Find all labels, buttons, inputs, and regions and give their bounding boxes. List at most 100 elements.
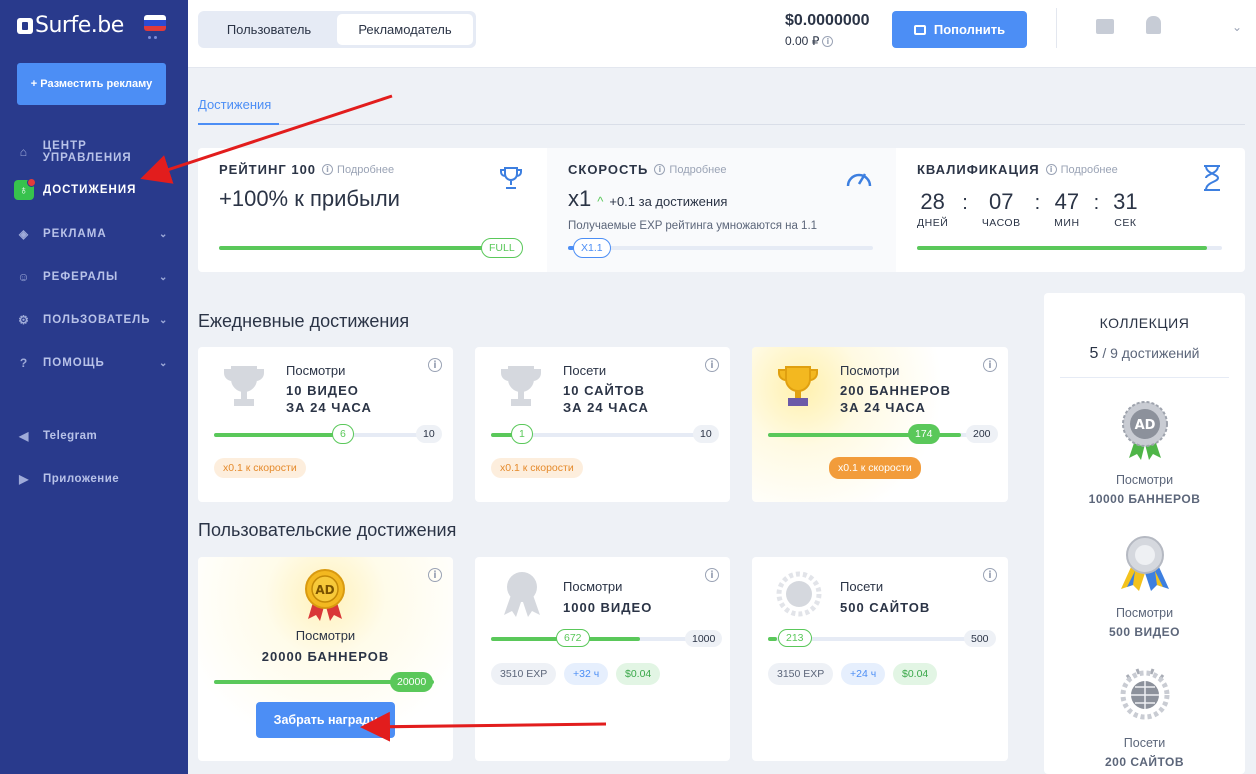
card-reward: x0.1 к скорости [829, 457, 921, 479]
card-verb: Посмотри [295, 628, 356, 643]
card-max: 10 [693, 425, 719, 443]
topup-button[interactable]: Пополнить [892, 11, 1027, 48]
user-section-title: Пользовательские достижения [198, 520, 457, 540]
topbar: Пользователь Рекламодатель $0.0000000 0.… [188, 0, 1256, 68]
info-icon[interactable]: i [428, 358, 442, 372]
stats-panel: РЕЙТИНГ 100 i Подробнее +100% к прибыли FU… [198, 148, 1245, 272]
countdown-mins: 47 [1054, 189, 1080, 214]
info-icon: i [322, 164, 334, 175]
logo[interactable]: Surfe.be [17, 13, 124, 38]
sidebar-item-label: РЕКЛАМА [43, 228, 107, 240]
card-progress [491, 637, 713, 641]
rating-more-link[interactable]: i Подробнее [322, 164, 394, 176]
info-icon: i [1045, 164, 1057, 175]
info-icon[interactable]: i [705, 568, 719, 582]
language-flag-icon[interactable] [144, 15, 166, 31]
trophy-icon [501, 366, 541, 406]
tab-active-underline [198, 123, 279, 125]
sidebar-item-achievements[interactable]: ♁ ДОСТИЖЕНИЯ [14, 178, 177, 200]
money-tag: $0.04 [616, 663, 661, 685]
countdown-hours: 07 [988, 189, 1014, 214]
qual-title: КВАЛИФИКАЦИЯ [917, 162, 1040, 177]
info-icon[interactable]: i [983, 568, 997, 582]
card-verb: Посмотри [563, 579, 623, 594]
sidebar-item-dashboard[interactable]: ⌂ ЦЕНТР УПРАВЛЕНИЯ [17, 140, 177, 164]
sidebar-item-telegram[interactable]: ◀ Telegram [17, 429, 177, 443]
countdown-days: 28 [920, 189, 945, 214]
chat-icon[interactable] [1096, 19, 1114, 34]
collection-panel: КОЛЛЕКЦИЯ 5 / 9 достижений AD Посмотри 1… [1044, 293, 1245, 774]
claim-reward-button[interactable]: Забрать награду [256, 702, 395, 738]
collection-item[interactable]: Посмотри 500 ВИДЕО [1044, 533, 1245, 639]
more-label: Подробнее [337, 163, 395, 176]
logo-icon [17, 17, 33, 34]
collection-item[interactable]: Посети 200 САЙТОВ [1044, 663, 1245, 769]
post-ad-button[interactable]: + Разместить рекламу [17, 63, 166, 105]
globe-badge-icon [1120, 668, 1169, 720]
flag-dots [148, 36, 157, 39]
tab-advertiser[interactable]: Рекламодатель [337, 14, 473, 45]
info-icon[interactable]: i [983, 358, 997, 372]
info-icon[interactable]: i [822, 35, 834, 47]
trophy-icon [778, 366, 818, 406]
user-card-sites: i Посети 500 САЙТОВ 213 500 3150 EXP +24… [752, 557, 1008, 761]
post-ad-label: + Разместить рекламу [30, 78, 153, 90]
card-progress-fill [491, 433, 514, 437]
card-goal: 20000 БАННЕРОВ [261, 649, 390, 664]
balance-rub-value: 0.00 ₽ [785, 34, 820, 48]
card-goal: 10 САЙТОВ ЗА 24 ЧАСА [563, 382, 649, 416]
svg-text:AD: AD [315, 583, 334, 597]
sidebar-item-help[interactable]: ? ПОМОЩЬ ⌄ [17, 356, 177, 370]
balance-rub: 0.00 ₽ i [785, 34, 834, 48]
video-badge-icon [1120, 536, 1169, 591]
card-current: 1 [511, 424, 533, 444]
play-icon: ▶ [19, 472, 29, 486]
countdown-mins-label: МИН [1054, 217, 1080, 229]
sidebar-item-app[interactable]: ▶ Приложение [17, 472, 177, 486]
card-current: 174 [908, 424, 940, 444]
collection-count: 5 / 9 достижений [1044, 345, 1245, 363]
wallet-icon [913, 24, 926, 35]
tab-user[interactable]: Пользователь [201, 14, 337, 45]
card-verb: Посмотри [840, 363, 900, 378]
info-icon[interactable]: i [705, 358, 719, 372]
rating-pill: FULL [481, 238, 523, 258]
sidebar-item-ads[interactable]: ◈ РЕКЛАМА ⌄ [17, 227, 177, 241]
sidebar-item-referrals[interactable]: ☺ РЕФЕРАЛЫ ⌄ [17, 270, 177, 284]
sidebar-item-label: ПОЛЬЗОВАТЕЛЬ [43, 314, 151, 326]
countdown-secs-label: СЕК [1114, 217, 1137, 229]
home-icon: ⌂ [19, 145, 28, 159]
sidebar-item-label: Приложение [43, 473, 120, 485]
qual-progress [917, 246, 1222, 250]
qual-progress-fill [917, 246, 1207, 250]
card-progress-fill [768, 637, 777, 641]
bell-icon[interactable] [1146, 16, 1161, 34]
sidebar-item-user[interactable]: ⚙ ПОЛЬЗОВАТЕЛЬ ⌄ [17, 313, 177, 327]
card-current: 672 [556, 629, 590, 647]
collection-item-verb: Посети [1123, 736, 1166, 750]
hours-tag: +32 ч [564, 663, 609, 685]
info-icon[interactable]: i [428, 568, 442, 582]
money-tag: $0.04 [893, 663, 938, 685]
countdown-days-label: ДНЕЙ [917, 217, 949, 229]
card-current: 6 [332, 424, 354, 444]
speed-more-link[interactable]: i Подробнее [654, 164, 726, 176]
qualification-stat: КВАЛИФИКАЦИЯ i Подробнее 28 ДНЕЙ : 07 ЧАСОВ … [896, 148, 1245, 272]
speed-delta: +0.1 за достижения [609, 194, 728, 209]
daily-card-banners: i Посмотри 200 БАННЕРОВ ЗА 24 ЧАСА 174 20… [752, 347, 1008, 502]
logo-text: Surfe.be [35, 13, 124, 38]
daily-card-video: i Посмотри 10 ВИДЕО ЗА 24 ЧАСА 6 10 x0.1 … [198, 347, 453, 502]
speed-progress [568, 246, 873, 250]
rating-stat: РЕЙТИНГ 100 i Подробнее +100% к прибыли FU… [198, 148, 547, 272]
card-max: 500 [964, 630, 996, 647]
tab-achievements[interactable]: Достижения [198, 97, 271, 112]
sidebar: Surfe.be + Разместить рекламу ⌂ ЦЕНТР УПР… [0, 0, 188, 774]
sidebar-item-label: ДОСТИЖЕНИЯ [43, 184, 137, 196]
card-reward: x0.1 к скорости [214, 458, 306, 478]
arrow-up-icon: ^ [597, 194, 604, 209]
qual-more-link[interactable]: i Подробнее [1045, 164, 1118, 176]
chevron-down-icon[interactable]: ⌄ [1232, 20, 1242, 34]
card-max: 1000 [685, 630, 723, 647]
exp-tag: 3150 EXP [768, 663, 834, 685]
collection-item[interactable]: AD Посмотри 10000 БАННЕРОВ [1044, 400, 1245, 506]
